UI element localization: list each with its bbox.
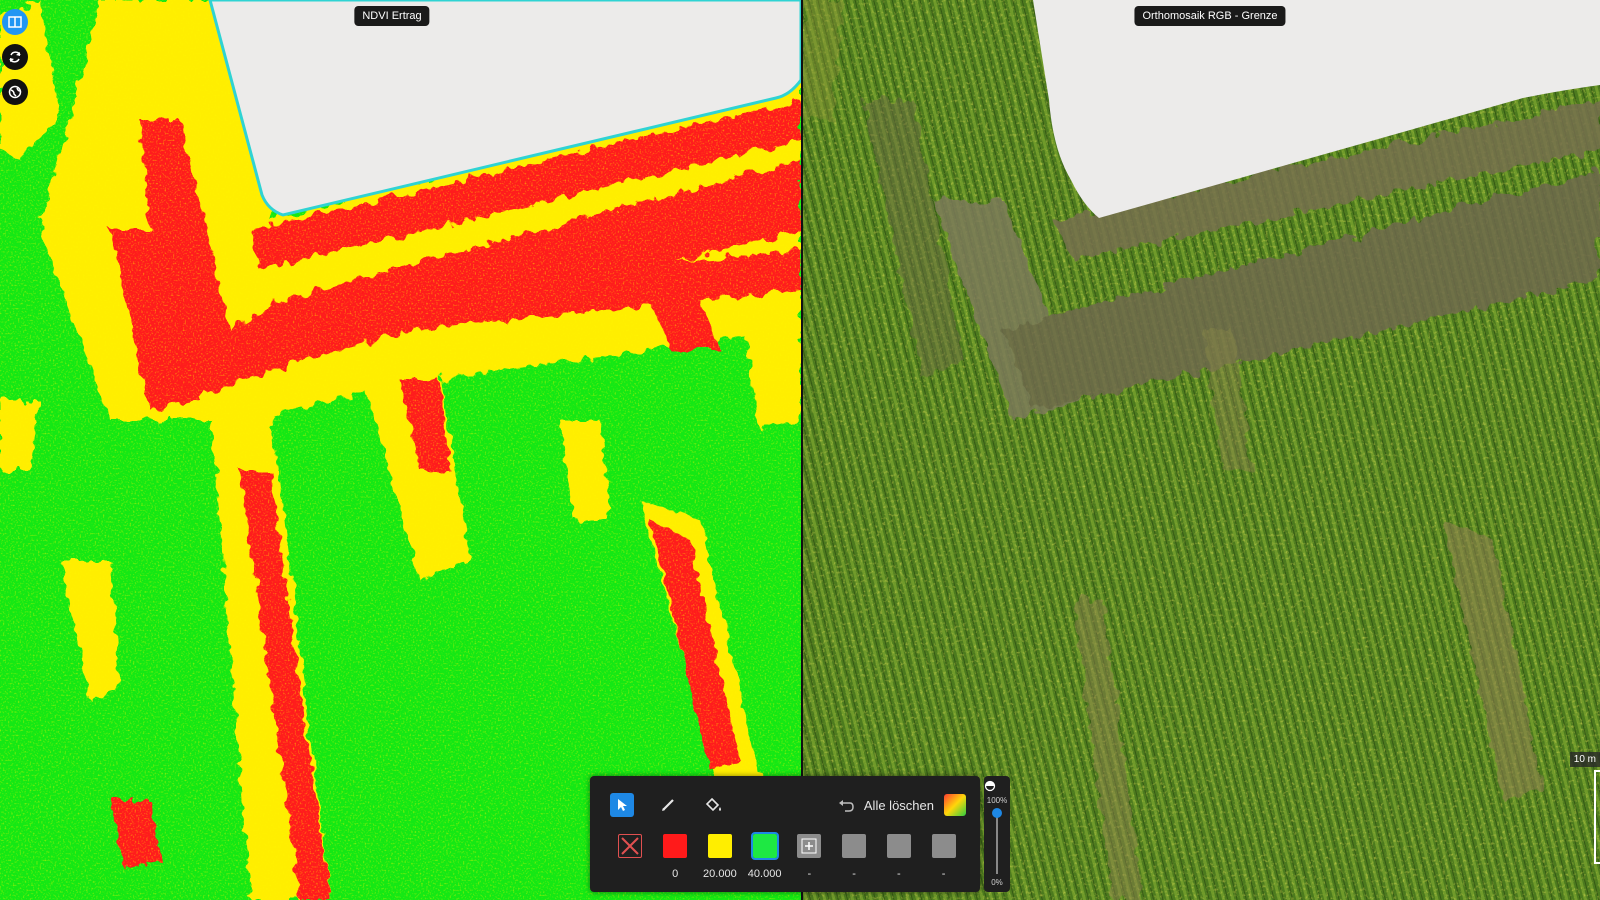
orthomosaic-canvas[interactable] [803, 0, 1600, 900]
empty-class-swatch [931, 834, 956, 858]
draw-tool-button[interactable] [654, 791, 682, 819]
classification-toolbar: Alle löschen 0 20.000 40.000 - - - - [590, 776, 980, 892]
yellow-class-swatch [707, 834, 732, 858]
class-slot-none[interactable] [608, 834, 653, 881]
green-class-swatch [750, 832, 779, 860]
class-threshold-label: - [852, 868, 856, 880]
opacity-max-label: 100% [986, 796, 1008, 805]
class-slot-yellow[interactable]: 20.000 [698, 834, 743, 881]
map-side-controls [2, 9, 28, 105]
add-class-icon [797, 834, 822, 858]
class-threshold-label: 40.000 [747, 868, 782, 880]
opacity-icon [984, 780, 1010, 792]
split-view-icon [8, 16, 22, 28]
opacity-min-label: 0% [991, 878, 1003, 887]
ndvi-map-canvas[interactable] [0, 0, 801, 900]
class-slot-red[interactable]: 0 [653, 834, 698, 881]
undo-button[interactable] [838, 798, 854, 812]
cursor-icon [615, 798, 629, 812]
class-threshold-label: 0 [672, 868, 679, 880]
class-slot-empty[interactable]: - [921, 834, 966, 881]
sync-maps-button[interactable] [2, 44, 28, 70]
class-slot-add[interactable]: - [787, 834, 832, 881]
toolbar-tools-row: Alle löschen [608, 790, 966, 820]
opacity-slider-track[interactable] [996, 812, 998, 874]
class-slot-empty[interactable]: - [877, 834, 922, 881]
map-compare-app: NDVI Ertrag Orthomosaik RGB - Grenze All… [0, 0, 1600, 900]
empty-class-swatch [842, 834, 867, 858]
sync-icon [8, 50, 22, 64]
paint-bucket-icon [705, 797, 723, 813]
opacity-slider-handle[interactable] [992, 808, 1002, 818]
split-view-button[interactable] [2, 9, 28, 35]
class-legend-row: 0 20.000 40.000 - - - - [608, 832, 966, 881]
orthomosaic-layer-label: Orthomosaik RGB - Grenze [1134, 6, 1286, 26]
red-class-swatch [663, 834, 688, 858]
clear-all-button[interactable]: Alle löschen [864, 798, 934, 813]
ndvi-map-pane[interactable] [0, 0, 801, 900]
select-tool-button[interactable] [610, 793, 634, 817]
globe-icon [8, 85, 22, 99]
class-slot-empty[interactable]: - [832, 834, 877, 881]
basemap-button[interactable] [2, 79, 28, 105]
class-slot-green[interactable]: 40.000 [742, 832, 787, 881]
class-threshold-label: 20.000 [703, 868, 737, 880]
undo-icon [838, 798, 854, 812]
no-class-icon [618, 834, 643, 858]
layer-opacity-control: 100% 0% [984, 776, 1010, 892]
class-threshold-label: - [807, 868, 812, 880]
empty-class-swatch [886, 834, 911, 858]
orthomosaic-map-pane[interactable] [803, 0, 1600, 900]
map-scale-bar [1594, 770, 1600, 864]
class-threshold-label: - [941, 868, 946, 880]
color-gradient-icon[interactable] [944, 794, 966, 816]
pencil-icon [660, 797, 676, 813]
ndvi-layer-label: NDVI Ertrag [354, 6, 430, 26]
map-scale-label: 10 m [1569, 752, 1600, 767]
fill-tool-button[interactable] [700, 791, 728, 819]
class-threshold-label: - [897, 868, 901, 880]
